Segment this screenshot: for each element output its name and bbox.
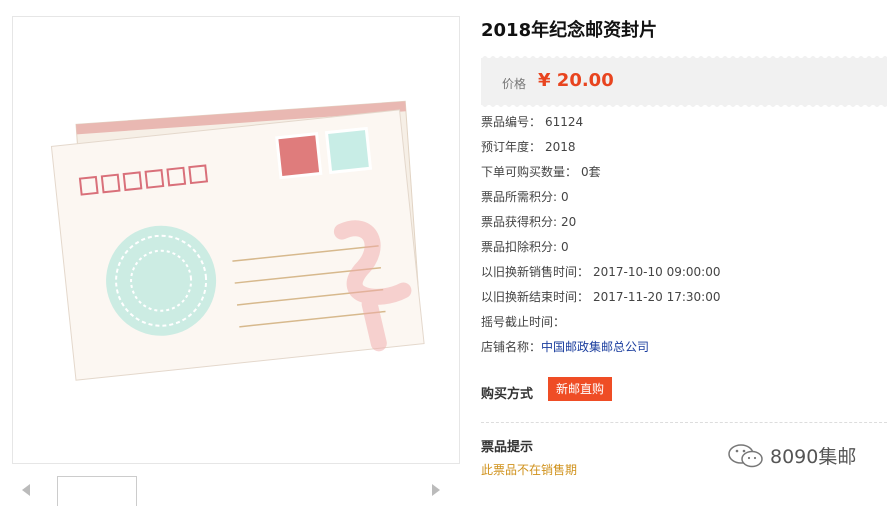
detail-row: 下单可购买数量： 0套 [481, 164, 601, 180]
detail-row: 票品编号： 61124 [481, 114, 583, 130]
detail-label: 摇号截止时间： [481, 315, 566, 329]
direct-buy-button[interactable]: 新邮直购 [548, 377, 612, 401]
detail-label: 预订年度： [481, 140, 542, 154]
detail-row: 票品获得积分: 20 [481, 214, 576, 230]
price-bar: 价格 ¥ 20.00 [481, 56, 887, 107]
price-label: 价格 [502, 77, 527, 91]
shop-row: 店铺名称：中国邮政集邮总公司 [481, 339, 649, 355]
detail-row: 摇号截止时间： [481, 314, 569, 330]
prev-arrow-icon[interactable] [22, 484, 30, 496]
wave-top-decoration [481, 56, 887, 60]
shop-link[interactable]: 中国邮政集邮总公司 [541, 340, 649, 354]
detail-row: 票品所需积分: 0 [481, 189, 569, 205]
detail-value: 0 [561, 240, 569, 254]
detail-label: 下单可购买数量： [481, 165, 578, 179]
buy-method-label: 购买方式 [481, 387, 534, 402]
price-value: ¥ 20.00 [538, 70, 614, 91]
stamp-red [275, 132, 323, 180]
product-image-frame [12, 16, 460, 464]
tip-text: 此票品不在销售期 [481, 463, 578, 477]
divider [481, 422, 887, 423]
detail-value: 0套 [581, 165, 601, 179]
watermark: 8090集邮 [728, 441, 868, 469]
detail-value: 2017-11-20 17:30:00 [593, 290, 721, 304]
thumbnail[interactable] [57, 476, 137, 506]
detail-label: 票品扣除积分: [481, 240, 558, 254]
envelope-illustration [50, 100, 425, 381]
next-arrow-icon[interactable] [432, 484, 440, 496]
detail-label: 以旧换新销售时间： [481, 265, 590, 279]
product-title: 2018年纪念邮资封片 [481, 20, 658, 41]
detail-label: 票品所需积分: [481, 190, 558, 204]
detail-value: 2018 [545, 140, 576, 154]
detail-value: 20 [561, 215, 577, 229]
detail-row: 以旧换新结束时间： 2017-11-20 17:30:00 [481, 289, 720, 305]
wechat-icon [728, 444, 763, 468]
wave-bottom-decoration [481, 103, 887, 107]
watermark-text: 8090集邮 [770, 446, 857, 468]
detail-value: 61124 [545, 115, 584, 129]
detail-row: 以旧换新销售时间： 2017-10-10 09:00:00 [481, 264, 720, 280]
detail-value: 0 [561, 190, 569, 204]
detail-value: 2017-10-10 09:00:00 [593, 265, 721, 279]
detail-label: 票品编号： [481, 115, 542, 129]
stamp-mint [324, 126, 373, 175]
detail-label: 票品获得积分: [481, 215, 558, 229]
thumbnail-strip [12, 474, 460, 506]
detail-row: 票品扣除积分: 0 [481, 239, 569, 255]
tip-title: 票品提示 [481, 440, 534, 455]
shop-label: 店铺名称： [481, 340, 542, 354]
detail-row: 预订年度： 2018 [481, 139, 576, 155]
detail-label: 以旧换新结束时间： [481, 290, 590, 304]
